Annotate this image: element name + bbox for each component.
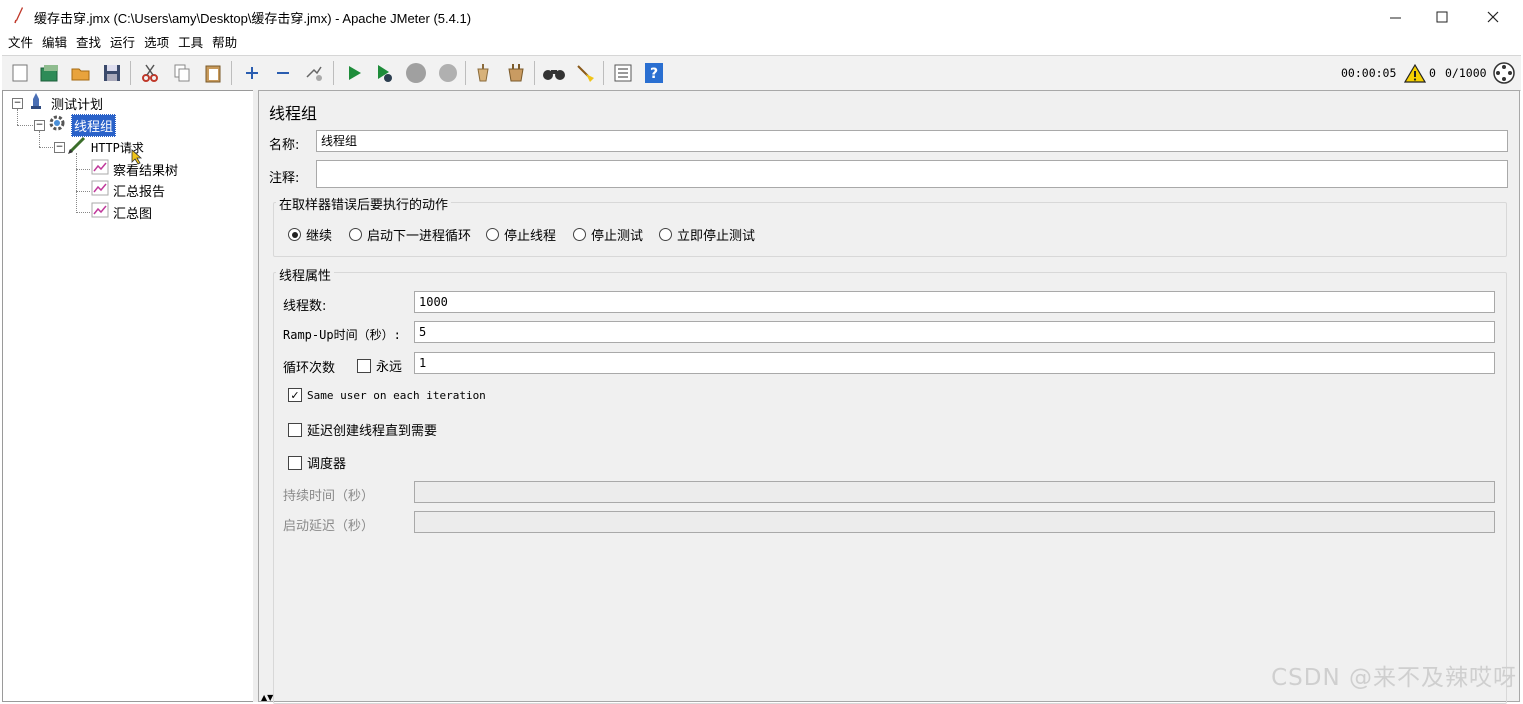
- on-error-title: 在取样器错误后要执行的动作: [276, 194, 452, 213]
- error-count: 0: [1429, 66, 1436, 80]
- rampup-field[interactable]: 5: [414, 321, 1495, 343]
- function-helper-icon[interactable]: [611, 61, 635, 85]
- templates-icon[interactable]: [38, 61, 62, 85]
- help-icon[interactable]: ?: [642, 61, 666, 85]
- panel-title: 线程组: [269, 104, 318, 123]
- test-plan-tree: − 测试计划 − 线程组 − HTTP请求 察看结果树 汇总报告 汇总图: [2, 90, 254, 702]
- jmeter-feather-icon: [12, 6, 26, 24]
- copy-icon[interactable]: [170, 61, 194, 85]
- tree-item-summary-report[interactable]: 汇总报告: [91, 180, 165, 200]
- open-icon[interactable]: [69, 61, 93, 85]
- save-icon[interactable]: [100, 61, 124, 85]
- tree-item-summary-graph[interactable]: 汇总图: [91, 202, 152, 222]
- active-threads: 0/1000: [1445, 66, 1487, 80]
- radio-stop-test-now[interactable]: 立即停止测试: [659, 225, 755, 244]
- warning-icon[interactable]: [1403, 55, 1427, 89]
- radio-stop-thread[interactable]: 停止线程: [486, 225, 556, 244]
- menu-help[interactable]: 帮助: [211, 33, 238, 53]
- reset-search-icon[interactable]: [573, 61, 597, 85]
- thread-group-collapse-toggle[interactable]: −: [34, 120, 45, 131]
- loop-count-field[interactable]: 1: [414, 352, 1495, 374]
- duration-field[interactable]: [414, 481, 1495, 503]
- cut-icon[interactable]: [138, 61, 162, 85]
- new-icon[interactable]: [8, 61, 32, 85]
- start-icon[interactable]: [342, 61, 366, 85]
- threads-label: 线程数:: [283, 299, 327, 314]
- remote-status-icon: [1492, 55, 1516, 89]
- forever-checkbox[interactable]: 永远: [357, 356, 402, 375]
- duration-label: 持续时间（秒）: [283, 489, 375, 504]
- test-plan-collapse-toggle[interactable]: −: [12, 98, 23, 109]
- menu-options[interactable]: 选项: [143, 33, 170, 53]
- name-field[interactable]: 线程组: [316, 130, 1508, 152]
- paste-icon[interactable]: [201, 61, 225, 85]
- title-bar: 缓存击穿.jmx (C:\Users\amy\Desktop\缓存击穿.jmx)…: [0, 0, 1523, 33]
- toolbar: ? 00:00:05 0 0/1000: [2, 55, 1521, 91]
- same-user-checkbox[interactable]: ✓ Same user on each iteration: [288, 388, 486, 402]
- thread-group-gear-icon: [47, 113, 67, 137]
- scheduler-checkbox[interactable]: 调度器: [288, 453, 346, 472]
- menu-edit[interactable]: 编辑: [41, 33, 68, 53]
- tree-item-thread-group[interactable]: 线程组: [47, 113, 117, 137]
- listener-chart-icon: [91, 202, 109, 222]
- comment-field[interactable]: [316, 160, 1508, 188]
- radio-continue[interactable]: 继续: [288, 225, 332, 244]
- svg-text:?: ?: [650, 66, 658, 82]
- tree-item-test-plan[interactable]: 测试计划: [27, 93, 103, 113]
- shutdown-icon[interactable]: [436, 61, 460, 85]
- search-icon[interactable]: [542, 61, 566, 85]
- menu-tools[interactable]: 工具: [177, 33, 204, 53]
- elapsed-timer: 00:00:05: [1341, 66, 1397, 80]
- startup-delay-label: 启动延迟（秒）: [283, 519, 375, 534]
- menu-run[interactable]: 运行: [109, 33, 136, 53]
- delay-thread-creation-checkbox[interactable]: 延迟创建线程直到需要: [288, 420, 437, 439]
- threads-field[interactable]: 1000: [414, 291, 1495, 313]
- start-no-pause-icon[interactable]: [372, 61, 396, 85]
- startup-delay-field[interactable]: [414, 511, 1495, 533]
- checkmark-icon: ✓: [288, 388, 302, 402]
- minimize-button[interactable]: [1373, 0, 1419, 33]
- menu-file[interactable]: 文件: [7, 33, 34, 53]
- http-request-collapse-toggle[interactable]: −: [54, 142, 65, 153]
- watermark: CSDN @来不及辣哎呀: [1271, 665, 1517, 691]
- test-plan-icon: [27, 92, 45, 114]
- collapse-icon[interactable]: [271, 61, 295, 85]
- radio-stop-test[interactable]: 停止测试: [573, 225, 643, 244]
- loop-count-label: 循环次数: [283, 361, 336, 376]
- scroll-arrows-icon[interactable]: ▲▼: [261, 693, 273, 702]
- close-button[interactable]: [1470, 0, 1516, 33]
- tree-item-view-results-tree[interactable]: 察看结果树: [91, 159, 178, 179]
- menu-search[interactable]: 查找: [75, 33, 102, 53]
- thread-group-panel: 线程组 名称: 线程组 注释: 在取样器错误后要执行的动作 继续 启动下一进程循…: [258, 90, 1520, 704]
- expand-icon[interactable]: [240, 61, 264, 85]
- clear-all-icon[interactable]: [504, 61, 528, 85]
- maximize-button[interactable]: [1419, 0, 1465, 33]
- listener-chart-icon: [91, 180, 109, 200]
- clear-icon[interactable]: [471, 61, 495, 85]
- name-label: 名称:: [269, 138, 300, 153]
- sampler-pen-icon: [67, 136, 87, 158]
- menu-bar: 文件 编辑 查找 运行 选项 工具 帮助: [0, 33, 1523, 53]
- comment-label: 注释:: [269, 171, 300, 186]
- radio-start-next-loop[interactable]: 启动下一进程循环: [349, 225, 471, 244]
- thread-properties-title: 线程属性: [276, 265, 335, 284]
- rampup-label: Ramp-Up时间（秒）:: [283, 328, 401, 342]
- stop-icon[interactable]: [404, 61, 428, 85]
- toggle-icon[interactable]: [302, 61, 326, 85]
- window-title: 缓存击穿.jmx (C:\Users\amy\Desktop\缓存击穿.jmx)…: [34, 11, 472, 26]
- listener-chart-icon: [91, 159, 109, 179]
